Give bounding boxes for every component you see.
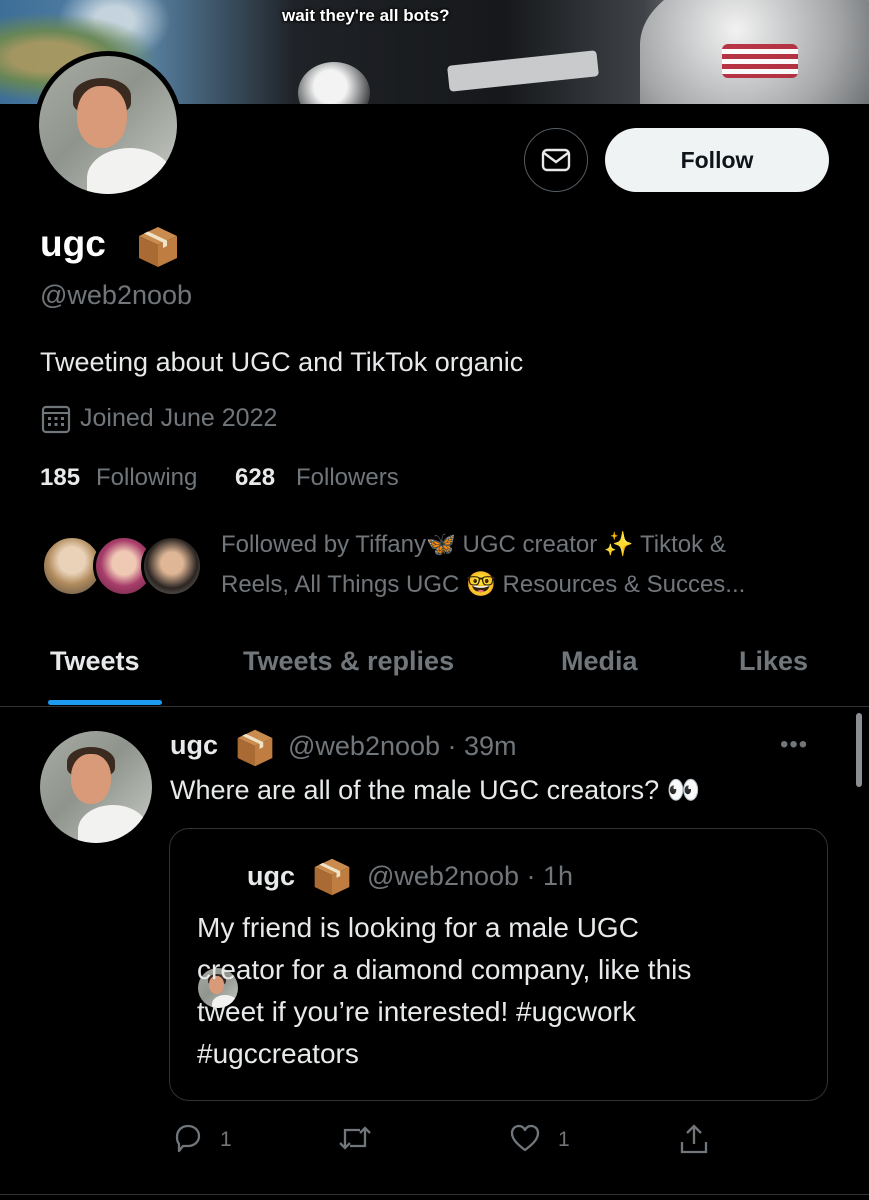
followed-by-text[interactable]: Followed by Tiffany🦋 UGC creator ✨ Tikto… xyxy=(221,530,726,559)
divider xyxy=(0,706,869,707)
banner-flag-image xyxy=(722,44,798,78)
package-icon xyxy=(139,227,177,267)
package-icon xyxy=(314,858,350,896)
followers-link[interactable]: Followers xyxy=(296,464,399,492)
joined-date: Joined June 2022 xyxy=(80,404,278,432)
tweet-handle-time[interactable]: @web2noob · 39m xyxy=(288,731,517,762)
tab-tweets[interactable]: Tweets xyxy=(50,646,140,677)
profile-avatar[interactable] xyxy=(34,51,182,199)
quoted-tweet-handle-time: @web2noob · 1h xyxy=(367,861,574,891)
tab-likes[interactable]: Likes xyxy=(739,646,808,677)
quoted-tweet-text-line: My friend is looking for a male UGC xyxy=(197,912,639,943)
reply-count: 1 xyxy=(220,1128,232,1151)
quoted-tweet-text-line: tweet if you’re interested! #ugcwork xyxy=(197,996,636,1027)
quoted-tweet-author-name: ugc xyxy=(247,861,296,891)
follow-button[interactable]: Follow xyxy=(605,128,829,192)
tab-tweets-replies[interactable]: Tweets & replies xyxy=(243,646,454,677)
divider xyxy=(0,1194,869,1195)
profile-name: ugc xyxy=(40,223,106,264)
profile-handle: @web2noob xyxy=(40,280,193,310)
tweet-text: Where are all of the male UGC creators? … xyxy=(170,775,701,805)
banner-helmet-image xyxy=(298,62,370,104)
banner-gun-image xyxy=(447,50,599,92)
share-icon[interactable] xyxy=(678,1122,710,1156)
banner-caption: wait they're all bots? xyxy=(282,6,450,25)
quoted-tweet-text-line: #ugccreators xyxy=(197,1038,359,1069)
more-options-icon[interactable]: ••• xyxy=(780,731,808,759)
followers-count[interactable]: 628 xyxy=(235,464,275,492)
followed-by-text[interactable]: Reels, All Things UGC 🤓 Resources & Succ… xyxy=(221,570,745,599)
package-icon xyxy=(237,729,273,767)
calendar-icon xyxy=(41,405,71,434)
mail-icon xyxy=(541,148,571,172)
retweet-icon[interactable] xyxy=(336,1122,374,1154)
active-tab-indicator xyxy=(48,700,162,705)
profile-bio: Tweeting about UGC and TikTok organic xyxy=(40,347,524,377)
follower-avatar xyxy=(141,535,203,597)
following-count[interactable]: 185 xyxy=(40,464,80,492)
avatar-photo xyxy=(39,56,177,194)
reply-icon[interactable] xyxy=(171,1122,205,1154)
quoted-tweet-text-line: creator for a diamond company, like this xyxy=(197,954,692,985)
tab-media[interactable]: Media xyxy=(561,646,638,677)
tweet-author-name[interactable]: ugc xyxy=(170,730,218,761)
following-link[interactable]: Following xyxy=(96,464,197,492)
like-icon[interactable] xyxy=(508,1122,542,1154)
message-button[interactable] xyxy=(524,128,588,192)
scrollbar[interactable] xyxy=(856,713,862,787)
followed-by-avatars[interactable] xyxy=(41,535,211,605)
tweet-avatar[interactable] xyxy=(40,731,152,843)
like-count: 1 xyxy=(558,1128,570,1151)
